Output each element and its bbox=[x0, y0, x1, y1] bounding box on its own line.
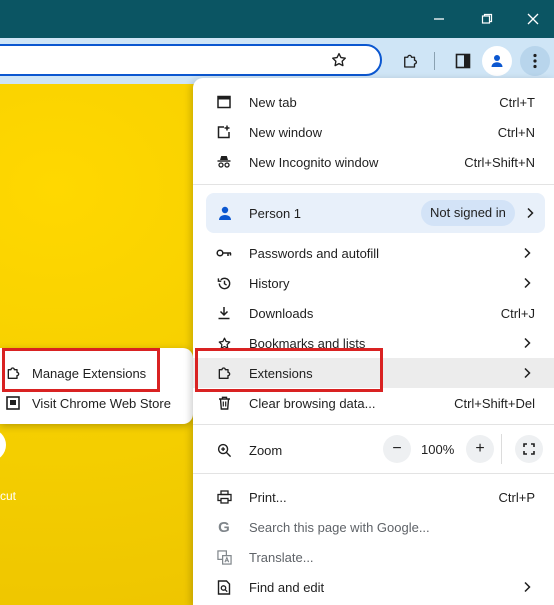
menu-item-translate[interactable]: Translate... bbox=[193, 542, 554, 572]
minimize-icon bbox=[434, 18, 444, 20]
minimize-button[interactable] bbox=[416, 0, 462, 38]
incognito-icon bbox=[216, 154, 232, 170]
menu-item-downloads[interactable]: Downloads Ctrl+J bbox=[193, 298, 554, 328]
print-label: Print... bbox=[249, 490, 287, 505]
shortcut-tile[interactable] bbox=[0, 429, 6, 461]
kebab-menu-icon bbox=[533, 53, 537, 69]
zoom-out-button[interactable]: − bbox=[383, 435, 411, 463]
address-bar[interactable] bbox=[0, 44, 382, 76]
menu-divider bbox=[193, 473, 554, 474]
profile-name: Person 1 bbox=[249, 206, 302, 221]
toolbar-divider bbox=[434, 52, 435, 70]
zoom-icon bbox=[216, 442, 232, 458]
print-shortcut: Ctrl+P bbox=[498, 490, 535, 505]
shortcut-label: cut bbox=[0, 489, 17, 503]
downloads-label: Downloads bbox=[249, 306, 314, 321]
chevron-right-icon bbox=[523, 205, 537, 221]
star-icon bbox=[332, 52, 346, 67]
chrome-main-menu: New tab Ctrl+T New window Ctrl+N New Inc… bbox=[193, 78, 554, 605]
title-bar bbox=[0, 0, 554, 38]
fullscreen-button[interactable] bbox=[515, 435, 543, 463]
restore-icon bbox=[481, 13, 493, 24]
downloads-shortcut: Ctrl+J bbox=[500, 306, 535, 321]
chevron-right-icon bbox=[520, 245, 534, 261]
menu-item-profile[interactable]: Person 1 Not signed in bbox=[206, 193, 545, 233]
chevron-right-icon bbox=[520, 275, 534, 291]
translate-label: Translate... bbox=[249, 550, 314, 565]
history-label: History bbox=[249, 276, 290, 291]
zoom-divider bbox=[501, 434, 502, 464]
passwords-label: Passwords and autofill bbox=[249, 246, 380, 261]
zoom-label: Zoom bbox=[249, 443, 283, 458]
chevron-right-icon bbox=[520, 365, 534, 381]
main-menu-button[interactable] bbox=[520, 46, 550, 76]
menu-item-find-and-edit[interactable]: Find and edit bbox=[193, 572, 554, 602]
extensions-toolbar-button[interactable] bbox=[395, 46, 425, 76]
restore-button[interactable] bbox=[464, 0, 510, 38]
new-tab-icon bbox=[216, 94, 232, 110]
puzzle-icon bbox=[404, 54, 418, 68]
menu-item-new-window[interactable]: New window Ctrl+N bbox=[193, 117, 554, 147]
new-tab-label: New tab bbox=[249, 95, 297, 110]
highlight-box-extensions bbox=[195, 348, 383, 392]
new-window-shortcut: Ctrl+N bbox=[497, 125, 535, 140]
translate-icon bbox=[216, 549, 232, 565]
clear-data-shortcut: Ctrl+Shift+Del bbox=[454, 396, 535, 411]
new-incognito-label: New Incognito window bbox=[249, 155, 379, 170]
menu-item-search-page[interactable]: G Search this page with Google... bbox=[193, 512, 554, 542]
new-tab-shortcut: Ctrl+T bbox=[499, 95, 535, 110]
menu-item-new-incognito[interactable]: New Incognito window Ctrl+Shift+N bbox=[193, 147, 554, 177]
close-button[interactable] bbox=[510, 0, 554, 38]
menu-item-clear-browsing-data[interactable]: Clear browsing data... Ctrl+Shift+Del bbox=[193, 388, 554, 418]
find-edit-label: Find and edit bbox=[249, 580, 325, 595]
profile-button[interactable] bbox=[482, 46, 512, 76]
new-window-label: New window bbox=[249, 125, 322, 140]
sign-in-status-badge: Not signed in bbox=[421, 200, 515, 226]
side-panel-button[interactable] bbox=[448, 46, 478, 76]
close-icon bbox=[527, 13, 539, 25]
search-page-label: Search this page with Google... bbox=[249, 520, 430, 535]
fullscreen-icon bbox=[523, 443, 535, 455]
find-page-icon bbox=[216, 579, 232, 595]
key-icon bbox=[216, 245, 232, 261]
bookmark-star-button[interactable] bbox=[324, 45, 354, 75]
clear-data-label: Clear browsing data... bbox=[249, 396, 376, 411]
menu-item-history[interactable]: History bbox=[193, 268, 554, 298]
person-icon bbox=[216, 204, 234, 222]
menu-divider bbox=[193, 184, 554, 185]
download-icon bbox=[216, 305, 232, 321]
visit-web-store-item[interactable]: Visit Chrome Web Store bbox=[0, 388, 193, 418]
zoom-in-button[interactable]: + bbox=[466, 435, 494, 463]
menu-item-new-tab[interactable]: New tab Ctrl+T bbox=[193, 87, 554, 117]
visit-web-store-label: Visit Chrome Web Store bbox=[32, 395, 171, 411]
menu-item-print[interactable]: Print... Ctrl+P bbox=[193, 482, 554, 512]
trash-icon bbox=[216, 395, 232, 411]
history-icon bbox=[216, 275, 232, 291]
zoom-level-value: 100% bbox=[421, 442, 455, 457]
new-incognito-shortcut: Ctrl+Shift+N bbox=[464, 155, 535, 170]
google-g-icon: G bbox=[218, 518, 230, 536]
zoom-out-glyph: − bbox=[392, 440, 402, 457]
menu-divider bbox=[193, 424, 554, 425]
new-window-icon bbox=[216, 124, 232, 140]
web-store-icon bbox=[5, 395, 21, 411]
chevron-right-icon bbox=[520, 335, 534, 351]
side-panel-icon bbox=[455, 53, 471, 69]
chevron-right-icon bbox=[520, 579, 534, 595]
menu-item-zoom: Zoom bbox=[193, 435, 554, 465]
zoom-in-glyph: + bbox=[475, 440, 485, 457]
person-icon bbox=[491, 55, 503, 67]
print-icon bbox=[216, 489, 232, 505]
menu-item-passwords[interactable]: Passwords and autofill bbox=[193, 238, 554, 268]
highlight-box-manage-extensions bbox=[2, 348, 160, 392]
